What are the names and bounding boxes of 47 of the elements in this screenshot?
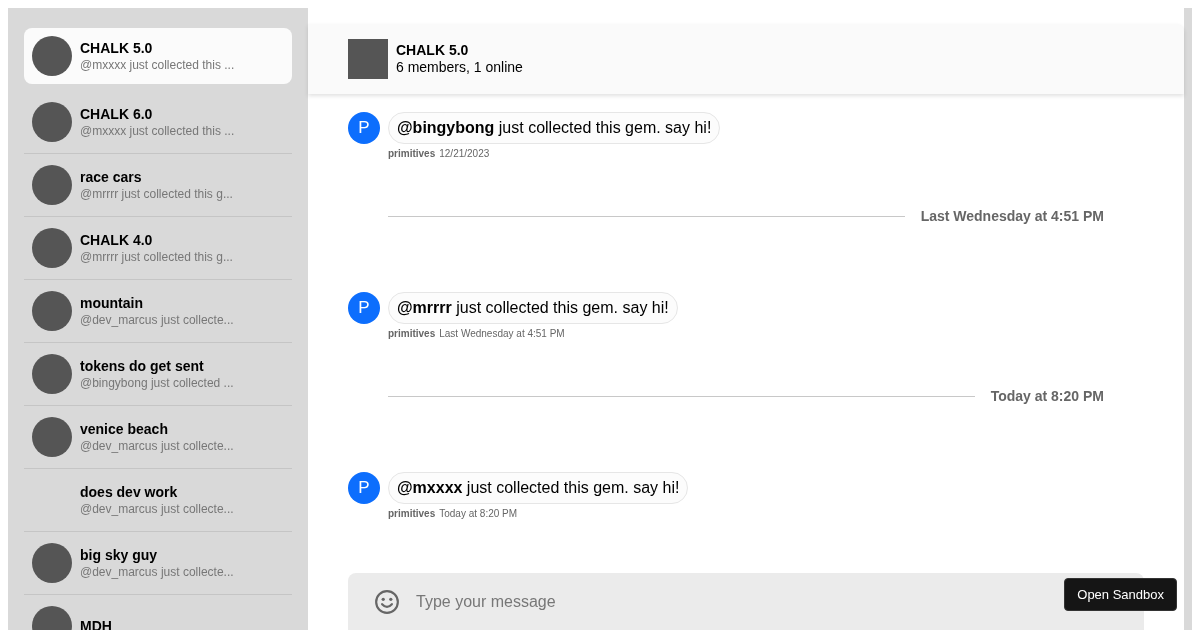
message-preview: @mxxxx just collected this ... [80, 123, 235, 139]
message-preview: @dev_marcus just collecte... [80, 501, 234, 517]
message-input[interactable]: Type your message [416, 592, 1044, 611]
date-divider-label: Today at 8:20 PM [990, 388, 1104, 404]
conversation-item[interactable]: does dev work @dev_marcus just collecte... [24, 469, 292, 532]
message-preview: @mxxxx just collected this ... [80, 56, 235, 73]
author-name: primitives [388, 328, 436, 339]
conversation-name: does dev work [80, 483, 179, 501]
conversation-name: mountain [80, 294, 144, 312]
message-preview: @dev_marcus just collecte... [80, 312, 234, 328]
conversation-item[interactable]: CHALK 6.0 @mxxxx just collected this ... [24, 91, 292, 154]
message-preview: @dev_marcus just collecte... [80, 438, 234, 454]
message-bubble: @mxxxx just collected this gem. say hi! [388, 472, 689, 504]
conversation-item[interactable]: tokens do get sent @bingybong just collected ... [24, 343, 292, 406]
message-bubble: @mrrrr just collected this gem. say hi! [388, 292, 678, 324]
conversation-name: CHALK 5.0 [80, 38, 154, 57]
conversation-name: CHALK 4.0 [80, 231, 154, 249]
conversation-name: CHALK 6.0 [80, 105, 154, 123]
conversation-item[interactable]: CHALK 5.0 @mxxxx just collected this ... [24, 28, 292, 84]
photo-placeholder [348, 39, 388, 79]
user-avatar: P [348, 472, 380, 504]
message-time: 12/21/2023 [439, 148, 490, 159]
conversation-item[interactable]: big sky guy @dev_marcus just collecte... [24, 532, 292, 595]
message-time: Today at 8:20 PM [439, 508, 518, 519]
conversation-item[interactable]: CHALK 4.0 @mrrrr just collected this g... [24, 217, 292, 280]
message-bubble: @bingybong just collected this gem. say hi! [388, 112, 721, 144]
user-avatar: P [348, 292, 380, 324]
conversation-item[interactable]: race cars @mrrrr just collected this g... [24, 154, 292, 217]
chat-title: CHALK 5.0 [396, 42, 470, 59]
message-time: Last Wednesday at 4:51 PM [439, 328, 565, 339]
conversation-item[interactable]: mountain @dev_marcus just collecte... [24, 280, 292, 343]
author-name: primitives [388, 508, 436, 519]
conversation-item[interactable]: venice beach @dev_marcus just collecte... [24, 406, 292, 469]
conversation-name: big sky guy [80, 546, 159, 564]
conversation-name: race cars [80, 168, 143, 186]
message-preview: @bingybong just collected ... [80, 375, 234, 391]
open-sandbox-button[interactable]: Open Sandbox [1064, 578, 1177, 611]
message-preview: @dev_marcus just collecte... [80, 564, 234, 580]
message-preview: @mrrrr just collected this g... [80, 249, 233, 265]
member-count: 6 members, 1 online [396, 59, 523, 76]
date-divider-label: Last Wednesday at 4:51 PM [920, 208, 1104, 224]
message-preview: @mrrrr just collected this g... [80, 186, 233, 202]
user-avatar: P [348, 112, 380, 144]
author-name: primitives [388, 148, 436, 159]
emoji-icon[interactable] [374, 588, 400, 615]
conversation-name: tokens do get sent [80, 357, 205, 375]
conversation-name: venice beach [80, 420, 169, 438]
